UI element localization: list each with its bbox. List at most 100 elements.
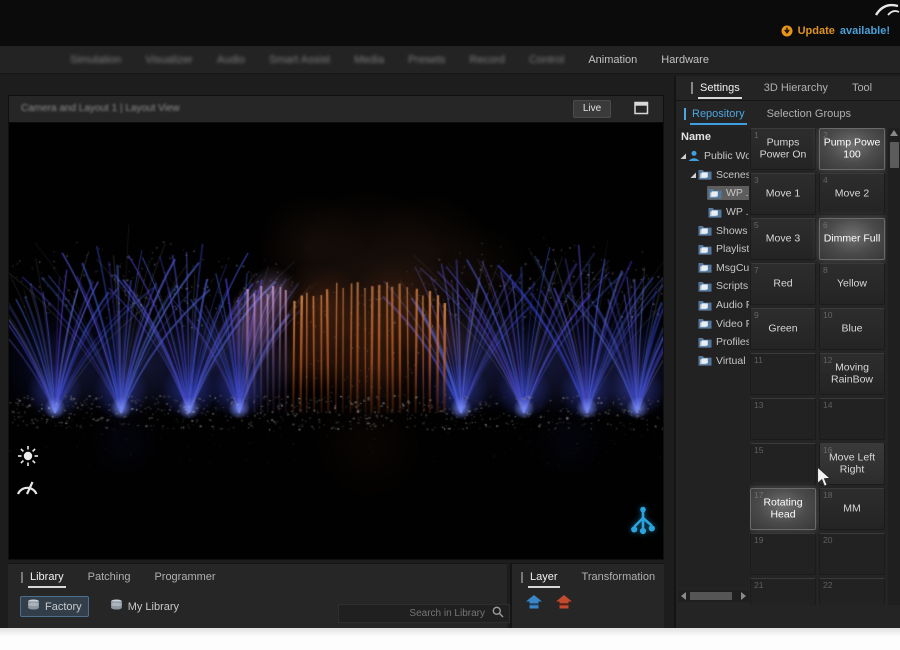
tree-item-scripts[interactable]: Scripts (678, 277, 749, 296)
group-number: 7 (754, 265, 759, 275)
tree-item-wp[interactable]: WP ... (678, 203, 749, 222)
menu-item-simulation[interactable]: Simulation (70, 54, 121, 66)
selection-group-10-blue[interactable]: 10Blue (819, 308, 885, 350)
tree-item-virtual[interactable]: Virtual ... (678, 352, 749, 371)
menu-item-record[interactable]: Record (469, 54, 504, 66)
selection-group-17-rotating-head[interactable]: 17Rotating Head (750, 488, 816, 530)
selection-group-19[interactable]: 19 (750, 533, 816, 575)
scroll-up-arrow[interactable] (890, 130, 898, 136)
tab-selection-groups[interactable]: Selection Groups (767, 108, 851, 120)
selection-group-20[interactable]: 20 (819, 533, 885, 575)
scroll-right-arrow[interactable] (741, 592, 746, 600)
tab-library[interactable]: Library (30, 571, 64, 583)
group-number: 8 (823, 265, 828, 275)
grid-vertical-scrollbar (888, 128, 900, 605)
menu-item-media[interactable]: Media (354, 54, 384, 66)
group-label: Yellow (822, 278, 882, 290)
tab-programmer[interactable]: Programmer (154, 571, 215, 583)
tree-item-audio-f[interactable]: Audio F... (678, 296, 749, 315)
menu-item-audio[interactable]: Audio (217, 54, 245, 66)
selection-group-11[interactable]: 11 (750, 353, 816, 395)
fountain-scene-canvas[interactable] (9, 123, 663, 559)
selection-group-3-move-1[interactable]: 3Move 1 (750, 173, 816, 215)
tree-item-public-work[interactable]: Public Work... (678, 147, 749, 166)
scroll-thumb-horizontal[interactable] (690, 592, 732, 600)
update-available-badge[interactable]: Update available! (781, 25, 890, 37)
tab-transformation[interactable]: Transformation (582, 571, 656, 583)
selection-group-16-move-left-right[interactable]: 16Move Left Right (819, 443, 885, 485)
menu-item-animation[interactable]: Animation (588, 54, 637, 66)
selection-group-5-move-3[interactable]: 5Move 3 (750, 218, 816, 260)
tab-patching[interactable]: Patching (88, 571, 131, 583)
tab-repository[interactable]: Repository (692, 108, 745, 120)
group-number: 13 (754, 400, 763, 410)
tab-settings[interactable]: Settings (700, 82, 740, 94)
maximize-icon[interactable] (634, 101, 649, 120)
tab-3d-hierarchy[interactable]: 3D Hierarchy (764, 82, 828, 94)
tree-item-shows[interactable]: Shows (678, 221, 749, 240)
folder-icon (698, 355, 712, 366)
folder-icon (698, 169, 712, 180)
update-text-2: available! (840, 25, 890, 37)
selection-group-1-pumps-power-on[interactable]: 1Pumps Power On (750, 128, 816, 170)
tree-item-video-fi[interactable]: Video Fi... (678, 314, 749, 333)
group-number: 20 (823, 535, 832, 545)
scroll-thumb[interactable] (890, 142, 899, 168)
selection-group-14[interactable]: 14 (819, 398, 885, 440)
selection-group-12-moving-rainbow[interactable]: 12Moving RainBow (819, 353, 885, 395)
group-label: Move Left Right (822, 453, 882, 476)
tree-item-label: Audio F... (716, 299, 749, 311)
database-icon (110, 599, 123, 614)
tree-item-label: MsgCues (716, 262, 749, 274)
settings-tabs: Settings 3D Hierarchy Tool (676, 76, 900, 101)
search-icon[interactable] (491, 605, 509, 623)
selection-group-22[interactable]: 22 (819, 578, 885, 605)
layer-tabs: Layer Transformation (512, 564, 664, 583)
library-source-factory[interactable]: Factory (20, 596, 89, 617)
viewport-panel: Camera and Layout 1 | Layout View Live (8, 95, 664, 560)
layer-blue-icon[interactable] (526, 595, 542, 614)
tree-item-playlists[interactable]: Playlists (678, 240, 749, 259)
expand-arrow-icon[interactable] (689, 171, 697, 179)
selection-group-21[interactable]: 21 (750, 578, 816, 605)
live-button[interactable]: Live (573, 100, 611, 118)
tree-item-profiles[interactable]: Profiles (678, 333, 749, 352)
group-label: Red (753, 278, 813, 290)
tree-item-scenes[interactable]: Scenes (678, 166, 749, 185)
group-label: Move 2 (822, 188, 882, 200)
library-source-my-library[interactable]: My Library (103, 596, 186, 617)
tab-layer[interactable]: Layer (530, 571, 558, 583)
tree-item-wp[interactable]: WP ... (678, 184, 749, 203)
tree-item-label: WP ... (726, 206, 749, 218)
library-tabs: Library Patching Programmer (8, 564, 507, 583)
selection-group-6-dimmer-full[interactable]: 6Dimmer Full (819, 218, 885, 260)
menu-item-control[interactable]: Control (529, 54, 564, 66)
gauge-icon[interactable] (15, 475, 39, 501)
selection-group-18-mm[interactable]: 18MM (819, 488, 885, 530)
menu-item-smart-assist[interactable]: Smart Assist (269, 54, 330, 66)
menu-item-presets[interactable]: Presets (408, 54, 445, 66)
group-number: 5 (754, 220, 759, 230)
selection-group-9-green[interactable]: 9Green (750, 308, 816, 350)
layer-red-icon[interactable] (556, 595, 572, 614)
nozzle-fountain-icon[interactable] (629, 505, 657, 542)
selection-group-2-pump-powe-100[interactable]: 2Pump Powe 100 (819, 128, 885, 170)
tree-item-msgcues[interactable]: MsgCues (678, 259, 749, 278)
expand-arrow-icon[interactable] (679, 152, 687, 160)
source-label: My Library (128, 601, 179, 613)
selection-group-13[interactable]: 13 (750, 398, 816, 440)
tab-tool[interactable]: Tool (852, 82, 872, 94)
selection-group-4-move-2[interactable]: 4Move 2 (819, 173, 885, 215)
group-label: Pump Powe 100 (822, 138, 882, 161)
menu-item-hardware[interactable]: Hardware (661, 54, 709, 66)
tree-column-header[interactable]: Name (678, 128, 749, 147)
selection-group-7-red[interactable]: 7 Red (750, 263, 816, 305)
scroll-left-arrow[interactable] (681, 592, 686, 600)
database-icon (27, 599, 40, 614)
group-number: 22 (823, 580, 832, 590)
selection-group-15[interactable]: 15 (750, 443, 816, 485)
selection-group-8-yellow[interactable]: 8 Yellow (819, 263, 885, 305)
menu-item-visualizer[interactable]: Visualizer (145, 54, 193, 66)
sun-icon[interactable] (17, 445, 39, 472)
search-input[interactable] (339, 608, 491, 619)
